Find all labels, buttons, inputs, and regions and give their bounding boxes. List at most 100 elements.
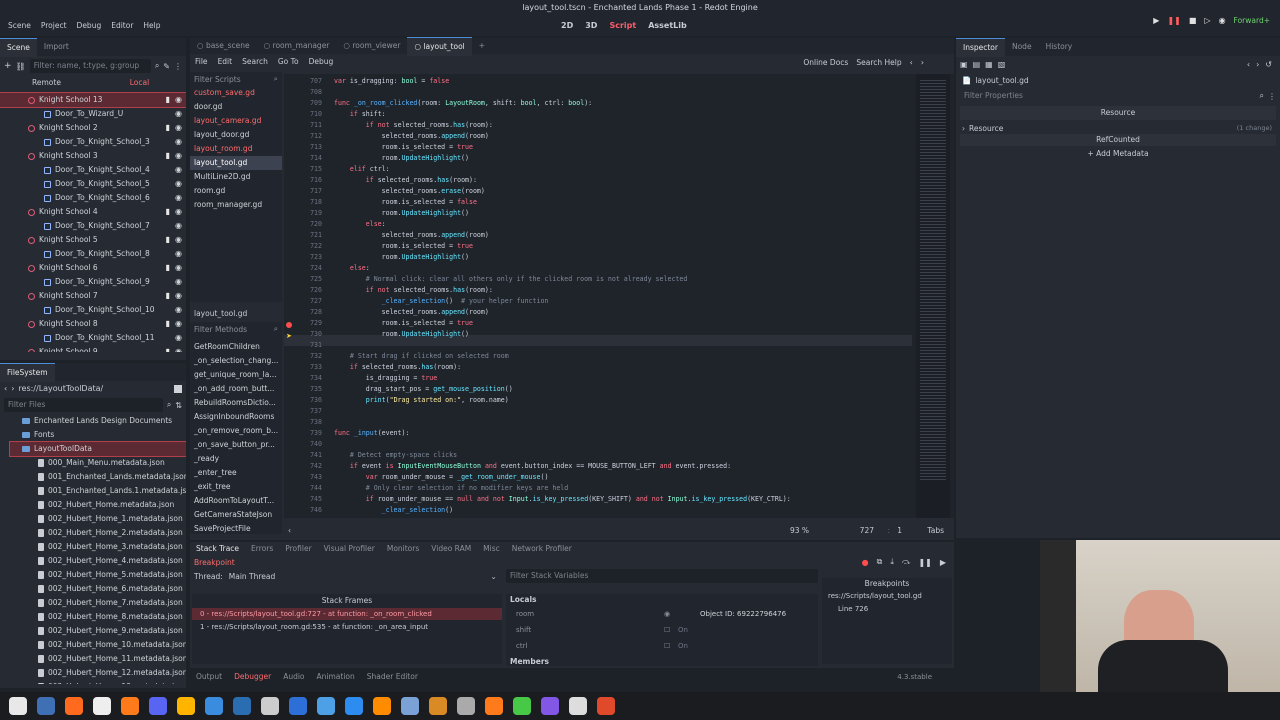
scene-node-door[interactable]: Door_To_Knight_School_4 ◉ (0, 163, 186, 177)
renderer-label[interactable]: Forward+ (1234, 16, 1270, 25)
code-line[interactable]: if selected_rooms.has(room): (334, 362, 904, 373)
taskbar-doc-icon[interactable] (317, 697, 335, 715)
script-icon[interactable]: ▮ (166, 345, 170, 352)
filter-properties-input[interactable]: Filter Properties (960, 89, 1256, 103)
fs-file[interactable]: 002_Hubert_Home_7.metadata.json (10, 596, 186, 610)
split-icon[interactable] (174, 384, 182, 393)
method-list-item[interactable]: _on_save_button_pr... (190, 438, 282, 452)
method-list-item[interactable]: RebuildRoomsDictio... (190, 396, 282, 410)
script-list-item[interactable]: room_manager.gd (190, 198, 282, 212)
taskbar-terminal-icon[interactable] (93, 697, 111, 715)
resource-header[interactable]: Resource (960, 106, 1276, 120)
scene-node-door[interactable]: Door_To_Knight_School_8 ◉ (0, 247, 186, 261)
fs-file[interactable]: 002_Hubert_Home.metadata.json (10, 498, 186, 512)
code-line[interactable]: is_dragging = true (334, 373, 904, 384)
step-into-icon[interactable]: ⤓ (890, 557, 894, 567)
bottom-tab-shader-editor[interactable]: Shader Editor (361, 669, 424, 685)
copy-icon[interactable]: ⧉ (877, 557, 883, 567)
workspace-3d[interactable]: 3D (579, 16, 603, 36)
scene-node-room[interactable]: Knight School 9 ▮ ◉ (0, 345, 186, 352)
collapse-icon[interactable]: ‹ (288, 526, 291, 535)
code-line[interactable]: room.is_selected = true (334, 241, 904, 252)
script-icon[interactable]: ▮ (166, 205, 170, 219)
taskbar-firefox-icon[interactable] (65, 697, 83, 715)
scene-node-door[interactable]: Door_To_Knight_School_3 ◉ (0, 135, 186, 149)
scene-node-room[interactable]: Knight School 4 ▮ ◉ (0, 205, 186, 219)
method-list-item[interactable]: _ready (190, 452, 282, 466)
bottom-tab-debugger[interactable]: Debugger (228, 669, 277, 685)
filter-scripts-input[interactable]: Filter Scripts (194, 75, 274, 84)
record-icon[interactable]: ● (862, 558, 869, 567)
taskbar-vscode-icon[interactable] (205, 697, 223, 715)
filter-stack-vars-input[interactable]: Filter Stack Variables (506, 569, 818, 583)
code-line[interactable]: drag_start_pos = get_mouse_position() (334, 384, 904, 395)
script-list-item[interactable]: layout_door.gd (190, 128, 282, 142)
tab-node[interactable]: Node (1005, 38, 1039, 56)
code-line[interactable]: elif ctrl: (334, 164, 904, 175)
breakpoint-marker[interactable] (286, 322, 292, 328)
minimap[interactable] (916, 74, 950, 518)
code-line[interactable]: room.UpdateHighlight() (334, 252, 904, 263)
script-icon[interactable]: ▮ (166, 93, 170, 107)
stack-variable-row[interactable]: ctrl ☐ On (506, 638, 818, 654)
method-list-item[interactable]: GetRoomChildren (190, 340, 282, 354)
debug-tab-video-ram[interactable]: Video RAM (425, 542, 477, 556)
history-icon[interactable]: ↺ (1265, 60, 1272, 69)
code-line[interactable] (334, 340, 904, 351)
scene-node-door[interactable]: Door_To_Knight_School_11 ◉ (0, 331, 186, 345)
script-menu-debug[interactable]: Debug (304, 54, 339, 70)
stack-variable-row[interactable]: shift ☐ On (506, 622, 818, 638)
code-line[interactable]: # Normal click: clear all others only if… (334, 274, 904, 285)
method-list-item[interactable]: GetCameraStateJson (190, 508, 282, 522)
debug-tab-network-profiler[interactable]: Network Profiler (506, 542, 578, 556)
scene-node-door[interactable]: Door_To_Knight_School_6 ◉ (0, 191, 186, 205)
breakpoint-line[interactable]: Line 726 (822, 603, 952, 616)
method-list-item[interactable]: get_unique_room_la... (190, 368, 282, 382)
taskbar-redot-engine-icon[interactable] (597, 697, 615, 715)
method-list-item[interactable]: SaveProjectFile (190, 522, 282, 536)
scene-node-door[interactable]: Door_To_Knight_School_10 ◉ (0, 303, 186, 317)
menu-icon[interactable]: ⋮ (174, 62, 182, 71)
inspected-object[interactable]: layout_tool.gd (975, 76, 1028, 85)
visibility-eye-icon[interactable]: ◉ (175, 331, 182, 345)
taskbar-files-icon[interactable] (37, 697, 55, 715)
continue-icon[interactable]: ▶ (940, 558, 946, 567)
visibility-eye-icon[interactable]: ◉ (175, 261, 182, 275)
scene-node-room[interactable]: Knight School 6 ▮ ◉ (0, 261, 186, 275)
workspace-script[interactable]: Script (603, 16, 642, 36)
script-list-item[interactable]: layout_room.gd (190, 142, 282, 156)
menu-debug[interactable]: Debug (72, 16, 107, 36)
script-menu-file[interactable]: File (190, 54, 213, 70)
taskbar-gimp-icon[interactable] (457, 697, 475, 715)
code-line[interactable]: room.UpdateHighlight() (334, 208, 904, 219)
visibility-eye-icon[interactable]: ◉ (175, 163, 182, 177)
code-line[interactable]: room.is_selected = true (334, 318, 904, 329)
visibility-eye-icon[interactable]: ◉ (175, 135, 182, 149)
script-list-item[interactable]: room.gd (190, 184, 282, 198)
link-icon[interactable]: ⛓ (16, 62, 26, 71)
menu-scene[interactable]: Scene (3, 16, 36, 36)
debug-tab-visual-profiler[interactable]: Visual Profiler (318, 542, 381, 556)
code-line[interactable]: if not selected_rooms.has(room): (334, 120, 904, 131)
visibility-eye-icon[interactable]: ◉ (175, 233, 182, 247)
back-icon[interactable]: ‹ (4, 384, 7, 393)
taskbar-discord-icon[interactable] (149, 697, 167, 715)
taskbar-system-menu-icon[interactable] (9, 697, 27, 715)
code-line[interactable]: selected_rooms.erase(room) (334, 186, 904, 197)
taskbar-chrome-icon[interactable] (345, 697, 363, 715)
fs-filter-input[interactable]: Filter Files (4, 398, 163, 412)
taskbar-mail-icon[interactable] (401, 697, 419, 715)
code-line[interactable]: if event is InputEventMouseButton and ev… (334, 461, 904, 472)
refcounted-header[interactable]: RefCounted (960, 134, 1276, 146)
fs-file[interactable]: 002_Hubert_Home_10.metadata.json (10, 638, 186, 652)
script-tab-room-viewer[interactable]: ○ room_viewer (336, 37, 407, 55)
script-icon[interactable]: ▮ (166, 121, 170, 135)
tab-inspector[interactable]: Inspector (956, 37, 1005, 57)
taskbar-app-icon[interactable] (513, 697, 531, 715)
stack-frame-1[interactable]: 1 - res://Scripts/layout_room.gd:535 - a… (192, 620, 502, 634)
fs-folder[interactable]: Enchanted Lands Design Documents (10, 414, 186, 428)
script-icon[interactable]: ▮ (166, 261, 170, 275)
zoom-level[interactable]: 93 % (790, 526, 809, 535)
code-line[interactable]: room.UpdateHighlight() (334, 329, 904, 340)
script-list-item[interactable]: MultiLine2D.gd (190, 170, 282, 184)
